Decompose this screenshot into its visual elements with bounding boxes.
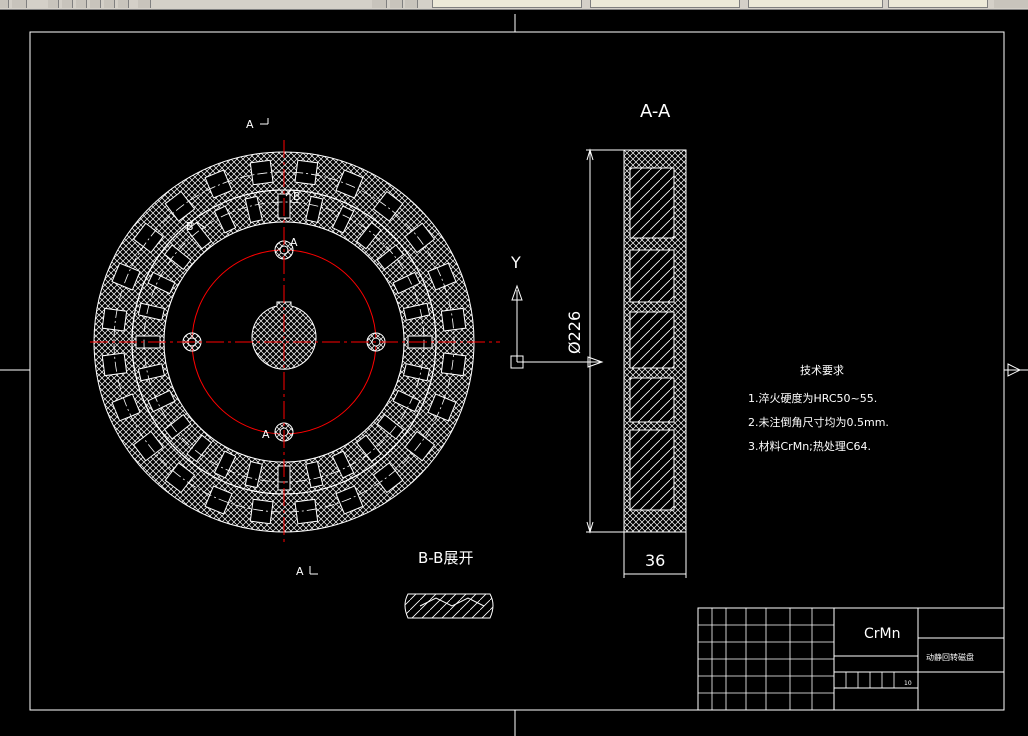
outer-slot <box>249 498 274 525</box>
tech-requirement-item: 1.淬火硬度为HRC50~55. <box>748 391 877 405</box>
developed-profile <box>404 593 494 619</box>
sheet-number: 10 <box>904 680 912 687</box>
toolbar-button[interactable] <box>0 0 9 8</box>
toolbar-button[interactable] <box>104 0 115 8</box>
tech-requirements-heading: 技术要求 <box>800 364 844 377</box>
section-view-aa: A-A Ø226 36 <box>565 101 687 578</box>
tech-requirement-item: 2.未注倒角尺寸均为0.5mm. <box>748 415 889 429</box>
section-view-bb: B-B展开 <box>404 549 494 619</box>
section-marker-a-inner-bottom: A <box>262 428 270 441</box>
ucs-y-label: Y <box>510 253 521 272</box>
toolbar-button[interactable] <box>994 0 1028 8</box>
color-dropdown[interactable] <box>590 0 740 8</box>
toolbar-button[interactable] <box>48 0 59 8</box>
toolbar-button[interactable] <box>62 0 73 8</box>
tech-requirement-item: 3.材料CrMn;热处理C64. <box>748 439 871 453</box>
toolbar-button[interactable] <box>390 0 403 8</box>
section-marker-a-top: A <box>246 118 254 131</box>
toolbar-button[interactable] <box>118 0 129 8</box>
section-marker-a-inner-top: A <box>290 236 298 249</box>
drawing-canvas[interactable]: A A A A B B Y A-A Ø226 36 B-B展开 技术要求 1.淬… <box>0 10 1028 736</box>
section-marker-b-left: B <box>186 220 194 233</box>
outer-slot <box>101 352 128 377</box>
front-view: A A A A B B <box>90 118 500 578</box>
section-marker-a-bottom: A <box>296 565 304 578</box>
title-block-grid <box>698 608 834 710</box>
section-cavity-hatch <box>630 378 674 422</box>
section-arrow-top <box>260 118 269 125</box>
save-icon[interactable] <box>12 0 27 8</box>
section-cavity-hatch <box>630 250 674 302</box>
linetype-dropdown[interactable] <box>748 0 883 8</box>
section-title-bb: B-B展开 <box>418 549 473 567</box>
layer-icon[interactable] <box>372 0 387 8</box>
section-cavity-hatch <box>630 430 674 510</box>
outer-slot <box>249 159 274 186</box>
material-label: CrMn <box>864 626 900 642</box>
width-dimension: 36 <box>645 551 665 570</box>
toolbar <box>0 0 1028 10</box>
tech-requirements: 技术要求 1.淬火硬度为HRC50~55. 2.未注倒角尺寸均为0.5mm. 3… <box>748 364 889 453</box>
toolbar-button[interactable] <box>90 0 101 8</box>
toolbar-button[interactable] <box>76 0 87 8</box>
section-blocks <box>629 167 675 511</box>
section-cavity-hatch <box>630 312 674 368</box>
section-arrow-bottom <box>309 566 318 575</box>
part-name: 动静回转磁盘 <box>926 652 974 662</box>
section-marker-b-right: B <box>293 190 301 203</box>
diameter-dimension: Ø226 <box>565 311 584 354</box>
section-title-aa: A-A <box>640 101 671 122</box>
section-cavity-hatch <box>630 168 674 238</box>
title-block-small-cells <box>845 672 895 688</box>
toolbar-button[interactable] <box>405 0 418 8</box>
layer-dropdown[interactable] <box>432 0 582 8</box>
ucs-icon: Y <box>510 253 604 369</box>
lineweight-dropdown[interactable] <box>888 0 988 8</box>
toolbar-button[interactable] <box>138 0 151 8</box>
title-block: CrMn 动静回转磁盘 10 <box>697 607 1005 711</box>
